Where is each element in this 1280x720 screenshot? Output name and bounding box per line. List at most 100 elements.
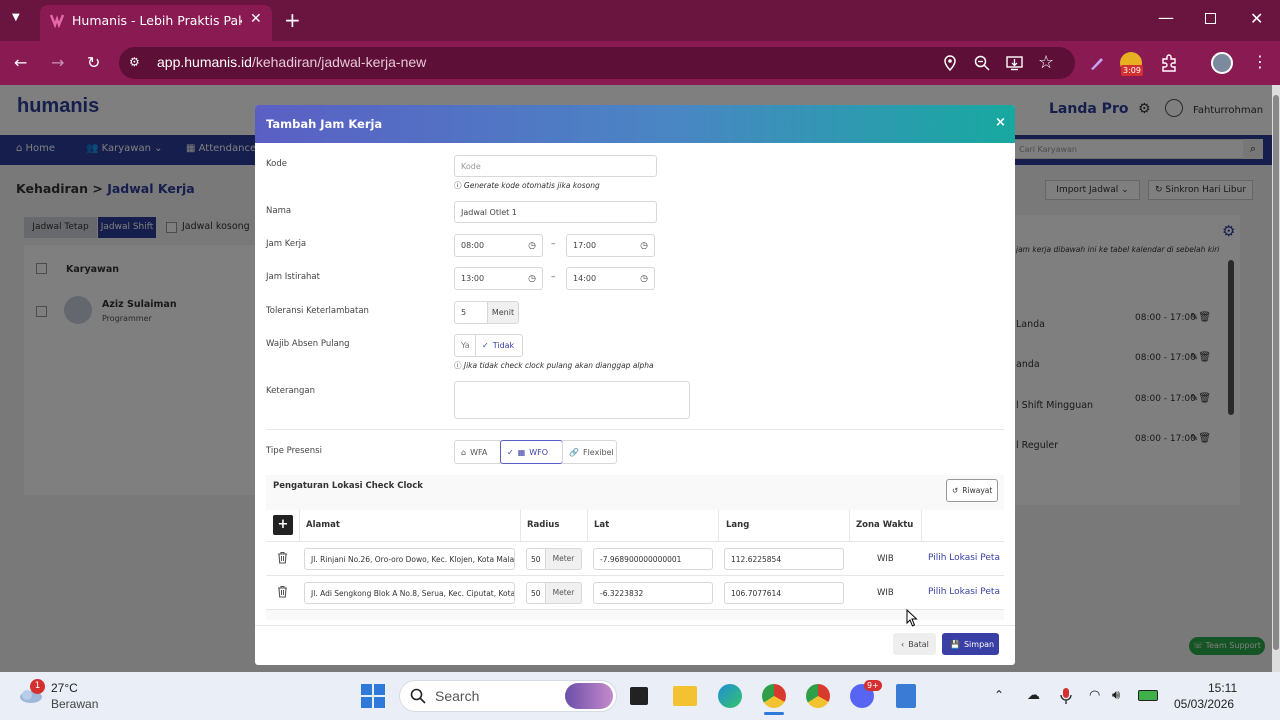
batal-button[interactable]: ‹ Batal	[893, 633, 936, 655]
jam-kerja-end-input[interactable]: 17:00 ◷	[566, 234, 655, 257]
close-window-icon[interactable]: ✕	[1250, 9, 1263, 28]
pilih-lokasi-peta-link[interactable]: Pilih Lokasi Peta	[928, 587, 1000, 597]
lang-input[interactable]: 106.7077614	[724, 582, 844, 604]
column-radius: Radius	[527, 520, 560, 530]
column-lang: Lang	[726, 520, 750, 530]
lokasi-title: Pengaturan Lokasi Check Clock	[273, 481, 423, 491]
page-scrollbar-thumb[interactable]	[1273, 95, 1279, 650]
istirahat-end-input[interactable]: 14:00 ◷	[566, 267, 655, 290]
profile-avatar[interactable]	[1211, 52, 1233, 74]
restore-icon[interactable]	[1205, 13, 1216, 24]
search-icon	[410, 688, 426, 704]
minimize-icon[interactable]: —	[1158, 8, 1174, 27]
clock-date[interactable]: 05/03/2026	[1174, 697, 1234, 711]
file-explorer-icon[interactable]	[673, 686, 697, 706]
link-icon: 🔗	[569, 447, 579, 457]
kode-label: Kode	[266, 159, 287, 169]
lang-input[interactable]: 112.6225854	[724, 548, 844, 570]
jam-istirahat-label: Jam Istirahat	[266, 272, 320, 282]
tipe-wfo-button[interactable]: ✓ ▦ WFO	[500, 440, 563, 464]
section-divider	[266, 429, 1004, 430]
clock-icon[interactable]: ◷	[640, 241, 648, 251]
jam-kerja-start-input[interactable]: 08:00 ◷	[454, 234, 543, 257]
new-tab-icon[interactable]: +	[284, 8, 301, 32]
column-zona-waktu: Zona Waktu	[856, 520, 914, 530]
history-icon: ↺	[952, 486, 959, 495]
tipe-presensi-label: Tipe Presensi	[266, 446, 322, 456]
chevron-left-icon: ‹	[901, 639, 905, 649]
onedrive-icon[interactable]: ☁	[1027, 688, 1040, 703]
weather-desc[interactable]: Berawan	[51, 697, 98, 711]
add-location-button[interactable]: +	[273, 515, 293, 535]
modal-close-icon[interactable]: ×	[995, 115, 1006, 130]
clock-icon[interactable]: ◷	[640, 274, 648, 284]
toleransi-input[interactable]: 5	[454, 301, 488, 324]
keterangan-textarea[interactable]	[454, 381, 690, 419]
bookmark-star-icon[interactable]: ☆	[1038, 52, 1054, 73]
site-info-icon[interactable]: ⚙	[129, 55, 140, 69]
search-highlight-image	[565, 683, 613, 709]
alamat-input[interactable]: Jl. Rinjani No.26, Oro-oro Dowo, Kec. Kl…	[304, 548, 515, 570]
reload-icon[interactable]: ↻	[87, 53, 100, 72]
location-icon[interactable]	[943, 55, 957, 71]
radius-input[interactable]: 50	[526, 582, 546, 604]
alamat-input[interactable]: Jl. Adi Sengkong Blok A No.8, Serua, Kec…	[304, 582, 515, 604]
page-scrollbar[interactable]	[1272, 85, 1280, 672]
radius-unit: Meter	[545, 548, 582, 570]
extensions-icon[interactable]	[1160, 54, 1178, 72]
tipe-wfa-button[interactable]: ⌂ WFA	[454, 440, 501, 464]
pilih-lokasi-peta-link[interactable]: Pilih Lokasi Peta	[928, 553, 1000, 563]
info-icon: ⓘ	[454, 181, 464, 190]
home-icon: ⌂	[461, 447, 467, 457]
install-app-icon[interactable]	[1006, 55, 1023, 71]
forward-icon[interactable]: →	[51, 53, 64, 72]
show-hidden-icons[interactable]: ⌃	[994, 688, 1004, 702]
active-app-indicator	[764, 712, 784, 715]
simpan-button[interactable]: 💾 Simpan	[942, 633, 999, 655]
column-alamat: Alamat	[306, 520, 340, 530]
edge-icon[interactable]	[718, 684, 742, 708]
nama-label: Nama	[266, 206, 292, 216]
zoom-icon[interactable]	[974, 55, 990, 71]
clock-icon[interactable]: ◷	[528, 241, 536, 251]
microphone-icon[interactable]	[1060, 687, 1072, 705]
wajib-tidak-button[interactable]: ✓ Tidak	[475, 334, 523, 357]
favicon-icon	[49, 12, 65, 28]
add-work-hours-modal: Tambah Jam Kerja × Kode Kode ⓘ Generate …	[255, 105, 1015, 665]
wifi-icon[interactable]: ◠	[1089, 688, 1100, 703]
mouse-cursor-icon	[906, 609, 918, 627]
save-icon: 💾	[950, 639, 960, 649]
wajib-ya-button[interactable]: Ya	[454, 334, 476, 357]
check-icon: ✓	[482, 341, 489, 350]
kode-input[interactable]: Kode	[454, 155, 657, 177]
back-icon[interactable]: ←	[14, 53, 27, 72]
notepad-icon[interactable]	[896, 684, 916, 708]
column-lat: Lat	[594, 520, 610, 530]
temperature[interactable]: 27°C	[51, 681, 78, 695]
tab-title: Humanis - Lebih Praktis Pakai H	[72, 13, 242, 28]
tab-search-icon[interactable]: ▼	[12, 12, 20, 23]
battery-icon[interactable]	[1138, 690, 1158, 701]
nama-input[interactable]: Jadwal Otlet 1	[454, 201, 657, 223]
chrome-profile-icon[interactable]	[762, 684, 786, 708]
riwayat-button[interactable]: ↺ Riwayat	[946, 479, 998, 502]
clock-time[interactable]: 15:11	[1208, 681, 1237, 695]
delete-row-icon[interactable]	[277, 585, 288, 598]
chrome-icon[interactable]	[806, 684, 830, 708]
delete-row-icon[interactable]	[277, 551, 288, 564]
pen-extension-icon[interactable]	[1089, 55, 1105, 71]
clock-icon[interactable]: ◷	[528, 274, 536, 284]
tab-close-icon[interactable]: ✕	[250, 11, 262, 27]
lat-input[interactable]: -7.968900000000001	[593, 548, 713, 570]
menu-icon[interactable]: ⋮	[1252, 52, 1268, 71]
volume-icon[interactable]: 🔊︎	[1112, 688, 1120, 703]
discord-badge: 9+	[864, 680, 882, 691]
windows-start-icon[interactable]	[361, 684, 385, 708]
time-separator: –	[551, 272, 556, 282]
tipe-flexibel-button[interactable]: 🔗 Flexibel	[562, 440, 617, 464]
keterangan-label: Keterangan	[266, 386, 316, 396]
task-view-icon[interactable]	[630, 687, 648, 705]
lat-input[interactable]: -6.3223832	[593, 582, 713, 604]
istirahat-start-input[interactable]: 13:00 ◷	[454, 267, 543, 290]
radius-input[interactable]: 50	[526, 548, 546, 570]
